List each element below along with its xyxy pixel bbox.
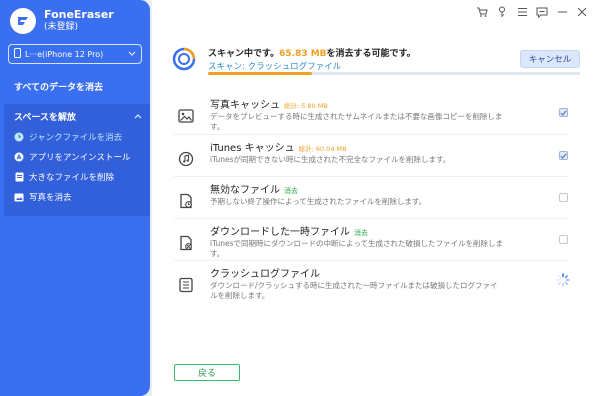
row-title: ダウンロードした一時ファイル 消去 (210, 223, 368, 238)
row-title-text: ダウンロードした一時ファイル (210, 227, 350, 238)
download-file-icon (180, 235, 192, 251)
checkmark-icon (560, 152, 567, 159)
list-item-itunes-cache[interactable]: iTunes キャッシュ 総計: 60.04 MB iTunesが同期できない時に… (174, 134, 568, 176)
log-file-icon (179, 277, 193, 293)
row-description: データをプレビューする時に生成されたサムネイルまたは不要な画像コピーを削除します… (210, 112, 503, 131)
row-description: iTunesが同期できない時に生成された不完全なファイルを削除します。 (210, 155, 451, 164)
nav-erase-all[interactable]: すべてのデータを消去 (14, 80, 103, 93)
photo-icon (14, 192, 24, 202)
minimize-icon[interactable] (556, 6, 568, 18)
sidebar-item-large-files[interactable]: 大きなファイルを削除 (4, 167, 150, 187)
scan-size: 65.83 MB (279, 49, 327, 59)
row-title-text: クラッシュログファイル (210, 269, 320, 280)
row-title-text: 無効なファイル (210, 185, 280, 196)
music-icon (178, 151, 194, 167)
sidebar-item-label: 写真を消去 (29, 193, 72, 203)
close-icon[interactable] (576, 6, 588, 18)
row-checkbox[interactable] (559, 108, 568, 117)
phone-icon (14, 48, 21, 60)
row-size: 総計: 60.04 MB (298, 145, 347, 153)
chevron-down-icon (128, 50, 136, 59)
file-icon (14, 172, 24, 182)
sidebar-item-label: ジャンクファイルを消去 (29, 133, 123, 143)
scan-progress-bar (208, 72, 580, 75)
app-logo (10, 8, 36, 34)
image-icon (178, 109, 194, 123)
row-description: iTunesで同期時にダウンロードの中断によって生成された破損したファイルを削除… (210, 239, 503, 258)
row-size: 総計: 5.80 MB (284, 102, 328, 110)
checkmark-icon (560, 109, 567, 116)
row-checkbox[interactable] (559, 151, 568, 160)
key-icon[interactable] (496, 6, 508, 18)
group-title: スペースを解放 (14, 113, 76, 123)
scan-title-prefix: スキャン中です。 (208, 49, 280, 59)
window-controls (476, 6, 588, 18)
app-subtitle: (未登録) (44, 22, 79, 32)
list-item-crash-logs[interactable]: クラッシュログファイル ダウンロード/クラッシュする時に生成された一時ファイルま… (174, 260, 570, 302)
junk-file-list: 写真キャッシュ 総計: 5.80 MB データをプレビューする時に生成されたサムネ… (174, 92, 570, 302)
sidebar-item-label: 大きなファイルを削除 (29, 173, 115, 183)
row-description: ダウンロード/クラッシュする時に生成された一時ファイルまたは破損したログファイル… (210, 281, 498, 300)
row-checkbox[interactable] (559, 193, 568, 202)
row-title: クラッシュログファイル (210, 265, 320, 280)
sidebar-item-uninstall-apps[interactable]: アプリをアンインストール (4, 147, 150, 167)
group-header[interactable]: スペースを解放 (4, 104, 150, 127)
row-title: 無効なファイル 消去 (210, 181, 298, 196)
list-item-invalid-files[interactable]: 無効なファイル 消去 予期しない終了操作によって生成されたファイルを削除します。 (174, 176, 568, 218)
feedback-icon[interactable] (536, 6, 548, 18)
scan-status-text: スキャン: クラッシュログファイル (208, 62, 342, 72)
row-tag: 消去 (284, 187, 298, 195)
sidebar: FoneEraser (未登録) L···e(iPhone 12 Pro) すべ… (0, 0, 150, 396)
list-item-photo-cache[interactable]: 写真キャッシュ 総計: 5.80 MB データをプレビューする時に生成されたサムネ… (174, 92, 568, 134)
main-panel: スキャン中です。65.83 MBを消去する可能です。 スキャン: クラッシュログ… (152, 0, 600, 396)
list-item-downloaded-temp-files[interactable]: ダウンロードした一時ファイル 消去 iTunesで同期時にダウンロードの中断によっ… (174, 218, 568, 260)
scan-status-area: スキャン中です。65.83 MBを消去する可能です。 スキャン: クラッシュログ… (172, 46, 580, 80)
scan-title-suffix: を消去する可能です。 (326, 49, 416, 59)
row-title-text: iTunes キャッシュ (210, 143, 295, 154)
clock-icon (14, 132, 24, 142)
app-name: FoneEraser (44, 8, 114, 21)
row-title: 写真キャッシュ 総計: 5.80 MB (210, 96, 328, 111)
cart-icon[interactable] (476, 6, 488, 18)
sidebar-item-junk-files[interactable]: ジャンクファイルを消去 (4, 127, 150, 147)
nav-group-free-space: スペースを解放 ジャンクファイルを消去 アプリをアンインストール 大きなファイル… (4, 104, 150, 216)
scan-title: スキャン中です。65.83 MBを消去する可能です。 (208, 46, 416, 59)
row-title: iTunes キャッシュ 総計: 60.04 MB (210, 139, 347, 154)
row-description: 予期しない終了操作によって生成されたファイルを削除します。 (210, 197, 427, 206)
device-name: L···e(iPhone 12 Pro) (25, 49, 104, 59)
scan-progress-fill (208, 72, 313, 75)
sidebar-item-label: アプリをアンインストール (29, 153, 131, 163)
sidebar-item-photos[interactable]: 写真を消去 (4, 187, 150, 207)
menu-icon[interactable] (516, 6, 528, 18)
back-button[interactable]: 戻る (174, 364, 240, 381)
app-store-icon (14, 152, 24, 162)
row-checkbox[interactable] (559, 235, 568, 244)
invalid-file-icon (180, 193, 192, 209)
scan-progress-icon (172, 47, 196, 71)
chevron-up-icon (134, 112, 142, 122)
app-header: FoneEraser (未登録) (10, 8, 114, 34)
device-selector[interactable]: L···e(iPhone 12 Pro) (8, 44, 142, 64)
row-title-text: 写真キャッシュ (210, 100, 280, 111)
loading-spinner-icon (556, 273, 570, 287)
cancel-button[interactable]: キャンセル (520, 50, 580, 68)
row-tag: 消去 (354, 229, 368, 237)
